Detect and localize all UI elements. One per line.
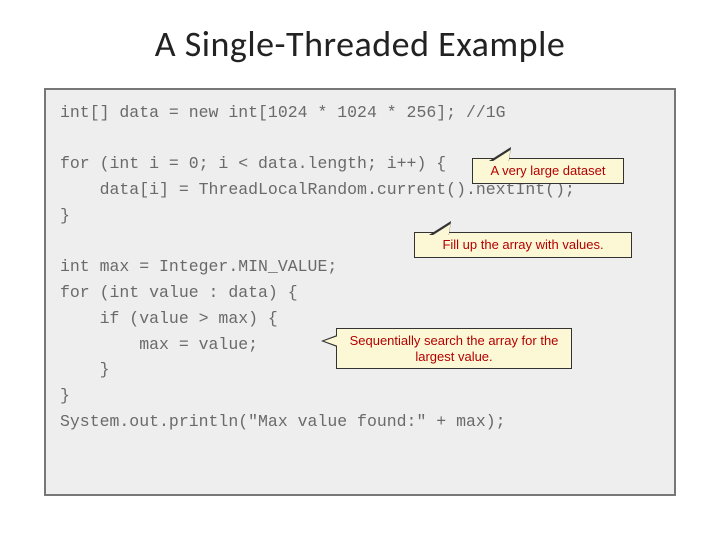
code-block: int[] data = new int[1024 * 1024 * 256];… (44, 88, 676, 496)
slide-title: A Single-Threaded Example (0, 0, 720, 76)
callout-search: Sequentially search the array for the la… (336, 328, 572, 369)
slide: A Single-Threaded Example int[] data = n… (0, 0, 720, 540)
callout-dataset: A very large dataset (472, 158, 624, 184)
callout-fill: Fill up the array with values. (414, 232, 632, 258)
